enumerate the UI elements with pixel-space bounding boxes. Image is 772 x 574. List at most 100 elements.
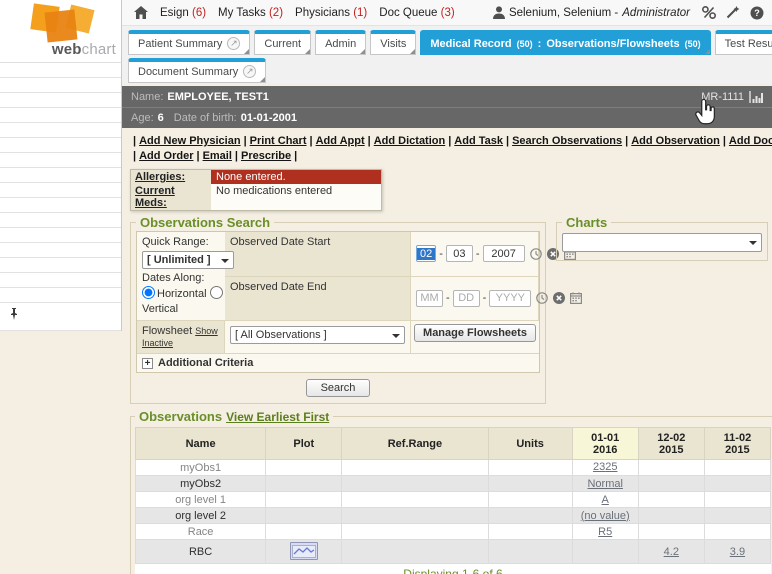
sidebar-item-open-exams[interactable]: [0, 153, 121, 168]
sidebar-item-e-chart[interactable]: [0, 78, 121, 93]
print-chart-link[interactable]: Print Chart: [250, 135, 307, 147]
current-meds-row: Current Meds: No medications entered: [131, 184, 381, 210]
flowsheet-select[interactable]: [ All Observations ]: [230, 326, 405, 344]
add-observation-link[interactable]: Add Observation: [631, 135, 720, 147]
col-date-1: 01-012016: [572, 428, 638, 460]
obs-values: R5: [572, 524, 638, 540]
expand-icon[interactable]: +: [142, 358, 153, 369]
nav-esign[interactable]: Esign (6): [160, 7, 206, 19]
tab-admin[interactable]: Admin: [315, 30, 366, 55]
obs-cell: [342, 460, 488, 476]
obs-cell: [342, 540, 488, 564]
sidebar-item-scheduler[interactable]: [0, 108, 121, 123]
vertical-radio[interactable]: [210, 286, 223, 299]
sparkline-icon[interactable]: [290, 542, 318, 560]
view-earliest-first-link[interactable]: View Earliest First: [226, 410, 329, 424]
wand-icon[interactable]: [726, 6, 740, 19]
nav-doc-queue[interactable]: Doc Queue (3): [379, 7, 454, 19]
tab-medical-record-observations[interactable]: Medical Record(50):Observations/Flowshee…: [420, 30, 710, 55]
sidebar-item-webscan[interactable]: [0, 228, 121, 243]
horizontal-radio[interactable]: [142, 286, 155, 299]
sidebar-item-fax-manager[interactable]: [0, 243, 121, 258]
popout-icon[interactable]: ↗: [227, 37, 240, 50]
help-icon[interactable]: ?: [750, 6, 764, 20]
add-appt-link[interactable]: Add Appt: [316, 135, 365, 147]
allergies-link[interactable]: Allergies:: [131, 170, 211, 184]
nav-physicians[interactable]: Physicians (1): [295, 7, 367, 19]
sidebar-item-employer-organizations[interactable]: [0, 213, 121, 228]
chart-bars-icon[interactable]: [749, 91, 763, 103]
start-month-value: 02: [417, 248, 435, 260]
obs-cell: [266, 508, 342, 524]
clock-icon[interactable]: [536, 292, 548, 304]
sidebar-item-dictation[interactable]: [0, 168, 121, 183]
add-new-physician-link[interactable]: Add New Physician: [139, 135, 240, 147]
search-button[interactable]: Search: [306, 379, 371, 397]
start-year-input[interactable]: [483, 245, 525, 262]
nav-my-tasks[interactable]: My Tasks (2): [218, 7, 283, 19]
clear-date-icon[interactable]: [553, 292, 565, 304]
table-row: myObs1 2325: [136, 460, 771, 476]
sidebar-item-control-panel[interactable]: [0, 183, 121, 198]
add-document-link[interactable]: Add Document: [729, 135, 772, 147]
search-observations-link[interactable]: Search Observations: [512, 135, 622, 147]
add-task-link[interactable]: Add Task: [454, 135, 503, 147]
charts-select[interactable]: [562, 233, 762, 252]
email-link[interactable]: Email: [203, 150, 232, 162]
end-month-input[interactable]: [416, 290, 443, 307]
obs-cell: [704, 508, 770, 524]
sidebar-item-coumadin[interactable]: [0, 273, 121, 288]
current-meds-link[interactable]: Current Meds:: [131, 184, 211, 210]
nav-esign-label: Esign: [160, 7, 189, 19]
tab-patient-summary[interactable]: Patient Summary ↗: [128, 30, 250, 55]
sidebar-pin-toggle[interactable]: [0, 303, 121, 331]
obs-value-link[interactable]: 23: [593, 461, 605, 474]
start-day-input[interactable]: [446, 245, 473, 262]
obs-cell: [342, 492, 488, 508]
observations-table: Name Plot Ref.Range Units 01-012016 12-0…: [135, 427, 771, 564]
manage-flowsheets-button[interactable]: Manage Flowsheets: [414, 324, 536, 342]
flowsheet-field: [ All Observations ]: [225, 321, 411, 354]
obs-cell: [488, 540, 572, 564]
add-dictation-link[interactable]: Add Dictation: [374, 135, 446, 147]
sidebar-item-e-sign[interactable]: [0, 138, 121, 153]
tab-document-summary[interactable]: Document Summary ↗: [128, 58, 266, 83]
webchart-logo[interactable]: webchart: [0, 0, 122, 62]
home-icon[interactable]: [134, 6, 148, 19]
obs-value-link[interactable]: 4.2: [664, 546, 679, 558]
start-month-input[interactable]: 02: [416, 245, 436, 262]
link-icon[interactable]: [702, 6, 716, 19]
sidebar-item-logout[interactable]: [0, 288, 121, 303]
observations-header: ObservationsView Earliest First: [135, 409, 333, 424]
sidebar-item-quick-view[interactable]: [0, 63, 121, 78]
obs-value-link[interactable]: 3.9: [730, 546, 745, 558]
top-nav-bar: Esign (6) My Tasks (2) Physicians (1) Do…: [122, 0, 772, 26]
end-day-input[interactable]: [453, 290, 480, 307]
obs-cell: [266, 460, 342, 476]
user-menu[interactable]: Selenium, Selenium - Administrator: [493, 6, 690, 19]
quick-range-select[interactable]: [ Unlimited ]: [142, 251, 234, 269]
obs-value-link[interactable]: 25: [605, 461, 617, 474]
vertical-radio-label: Vertical: [142, 303, 178, 315]
sidebar-item-reports[interactable]: [0, 258, 121, 273]
obs-value-link[interactable]: R5: [598, 526, 612, 538]
mr-number: MR-1111: [701, 91, 744, 103]
prescribe-link[interactable]: Prescribe: [241, 150, 291, 162]
add-order-link[interactable]: Add Order: [139, 150, 193, 162]
tab-test-results[interactable]: Test Results: [715, 30, 772, 55]
calendar-icon[interactable]: [570, 292, 582, 304]
obs-value-link[interactable]: (no value): [581, 510, 630, 522]
end-year-input[interactable]: [489, 290, 531, 307]
sidebar-item-checkin[interactable]: [0, 93, 121, 108]
clock-icon[interactable]: [530, 248, 542, 260]
obs-value-link[interactable]: A: [602, 494, 609, 506]
obs-value-link[interactable]: Normal: [587, 478, 622, 490]
sidebar-item-external-provider-management[interactable]: [0, 198, 121, 213]
sidebar-item-task-list[interactable]: [0, 123, 121, 138]
additional-criteria-row[interactable]: + Additional Criteria: [137, 354, 539, 372]
popout-icon[interactable]: ↗: [243, 65, 256, 78]
medical-record-number[interactable]: MR-1111: [701, 91, 763, 103]
tab-visits[interactable]: Visits: [370, 30, 416, 55]
allergies-row: Allergies: None entered.: [131, 170, 381, 184]
tab-current[interactable]: Current: [254, 30, 311, 55]
